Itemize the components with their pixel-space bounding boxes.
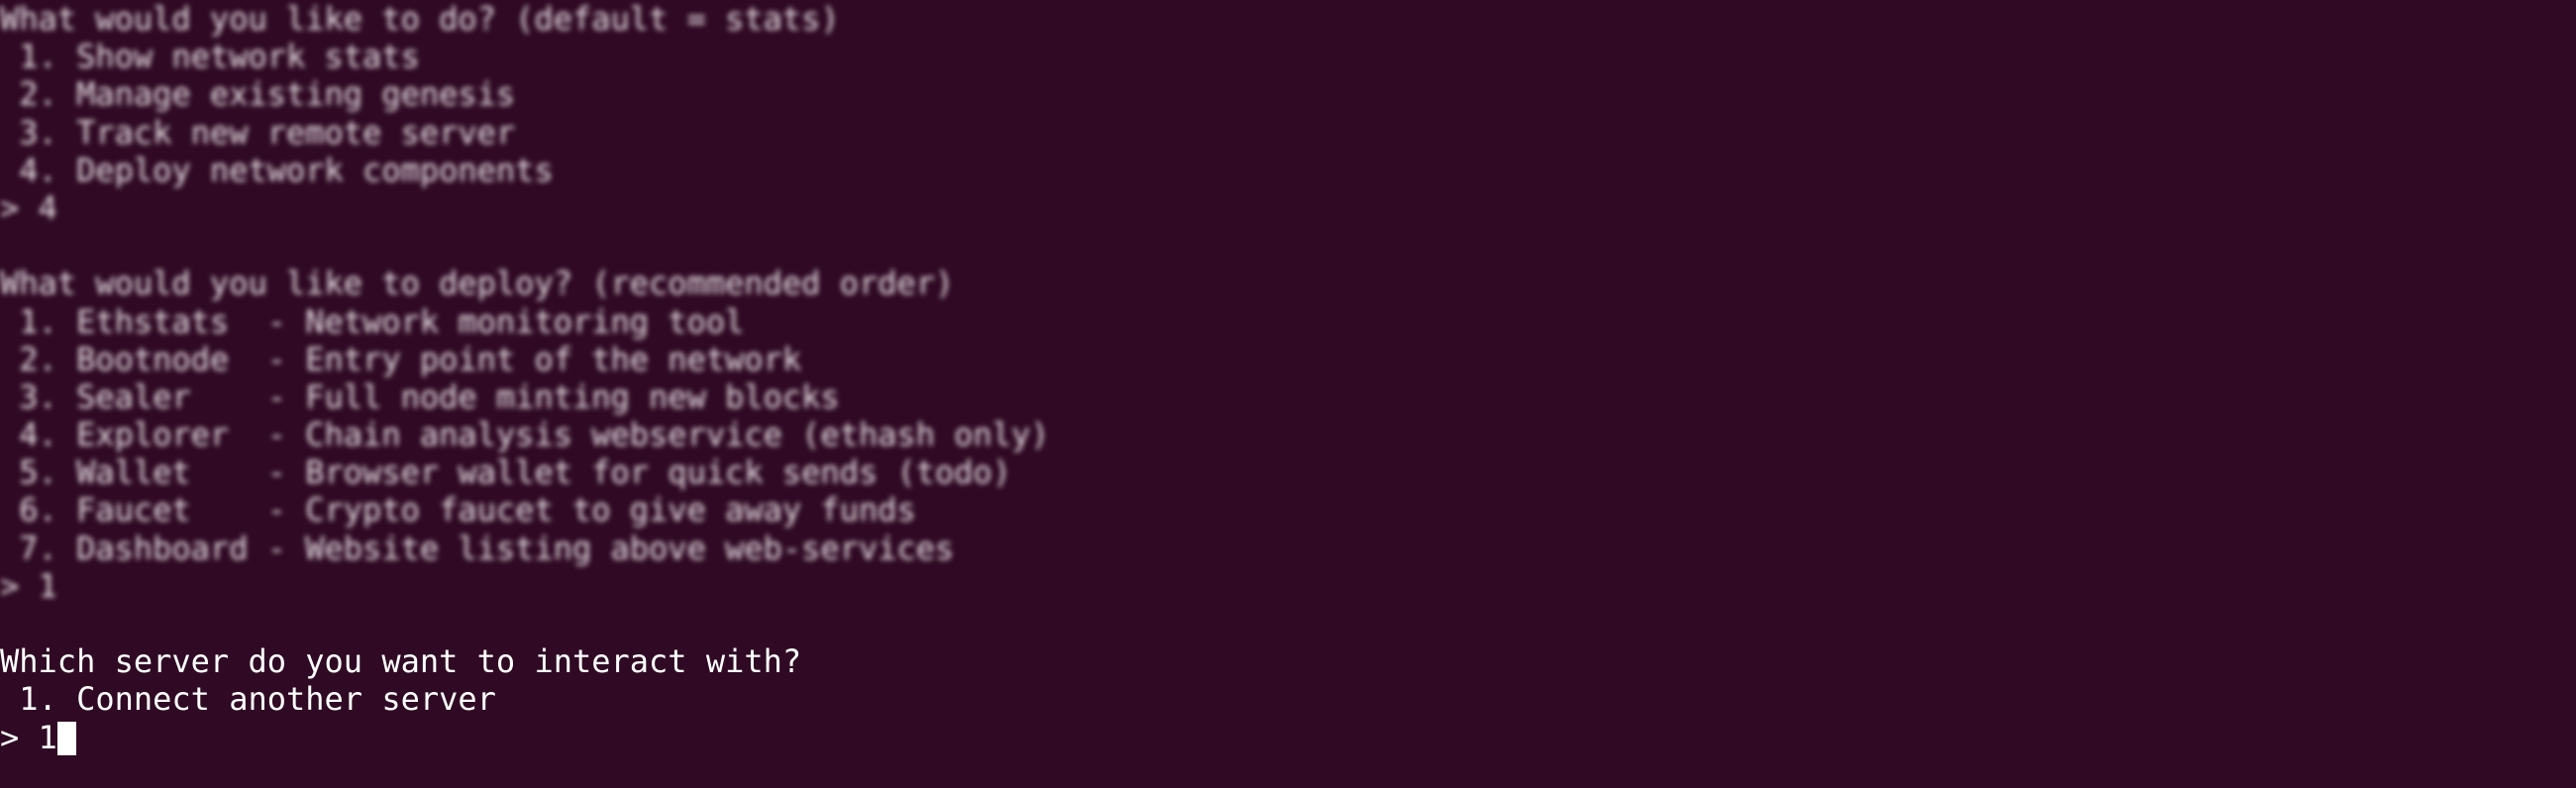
terminal-window[interactable]: What would you like to do? (default = st… [0, 0, 2576, 788]
history-line: 2. Manage existing genesis [0, 75, 516, 114]
history-line: 5. Wallet - Browser wallet for quick sen… [0, 453, 1012, 492]
history-line: 4. Explorer - Chain analysis webservice … [0, 416, 1050, 454]
history-line: 1. Show network stats [0, 38, 420, 76]
history-line: 2. Bootnode - Entry point of the network [0, 340, 802, 378]
history-line: 4. Deploy network components [0, 150, 554, 189]
history-line: 3. Sealer - Full node minting new blocks [0, 377, 840, 416]
input-line[interactable]: > 1 [0, 719, 2576, 756]
history-line: What would you like to deploy? (recommen… [0, 264, 955, 303]
history-line: > 1 [0, 566, 57, 605]
history-line: > 4 [0, 188, 57, 227]
history-line [0, 605, 2576, 642]
history-line: 3. Track new remote server [0, 113, 516, 151]
current-prompt-block: Which server do you want to interact wit… [0, 642, 2576, 756]
text-cursor [56, 721, 76, 755]
current-question: Which server do you want to interact wit… [0, 642, 802, 681]
history-line: 6. Faucet - Crypto faucet to give away f… [0, 491, 916, 530]
prompt-symbol: > [0, 718, 39, 756]
input-value[interactable]: 1 [39, 719, 57, 756]
history-line [0, 227, 2576, 264]
history-line: 7. Dashboard - Website listing above web… [0, 529, 955, 567]
history-line: What would you like to do? (default = st… [0, 0, 840, 38]
option-line: 1. Connect another server [0, 680, 496, 719]
history-line: 1. Ethstats - Network monitoring tool [0, 302, 745, 341]
terminal-history: What would you like to do? (default = st… [0, 0, 2576, 642]
